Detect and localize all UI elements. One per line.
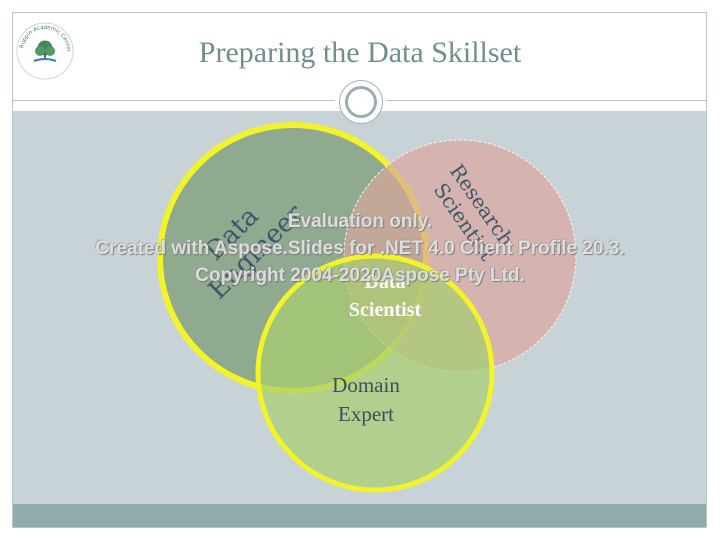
evaluation-watermark: Evaluation only. Created with Aspose.Sli… [0, 208, 720, 289]
watermark-line-2: Created with Aspose.Slides for .NET 4.0 … [95, 238, 625, 259]
domain-expert-label-line2: Expert [338, 402, 394, 426]
domain-expert-label-line1: Domain [332, 373, 400, 397]
watermark-line-3: Copyright 2004-2020Aspose Pty Ltd. [195, 265, 525, 286]
data-scientist-label-line2: Scientist [349, 299, 422, 321]
watermark-line-1: Evaluation only. [287, 211, 433, 232]
